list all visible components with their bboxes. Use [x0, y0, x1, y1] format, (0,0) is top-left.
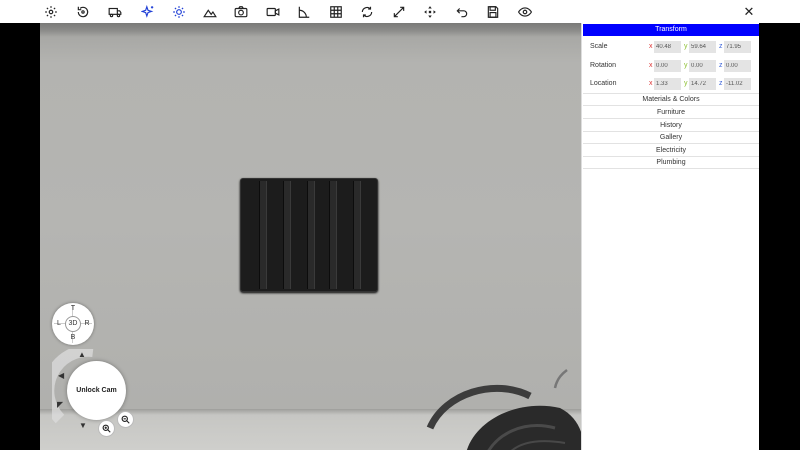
section-gallery[interactable]: Gallery — [583, 132, 759, 144]
axis-z-label: z — [719, 62, 723, 69]
orbit-down-arrow-icon[interactable]: ▼ — [79, 421, 87, 430]
location-z-input[interactable] — [724, 78, 751, 90]
zoom-out-icon[interactable] — [117, 411, 134, 428]
grid-icon[interactable] — [327, 3, 345, 21]
sparkle-icon[interactable] — [139, 3, 157, 21]
close-icon[interactable]: ✕ — [742, 5, 756, 19]
save-icon[interactable] — [484, 3, 502, 21]
section-history[interactable]: History — [583, 120, 759, 132]
location-y-input[interactable] — [689, 78, 716, 90]
settings-icon[interactable] — [42, 3, 60, 21]
location-row: Location x y z — [582, 77, 760, 91]
view-bottom-button[interactable]: B — [68, 333, 78, 343]
orbit-up-arrow-icon[interactable]: ▲ — [78, 350, 86, 359]
properties-panel: Transform Scale x y z Rotation x y z Loc… — [581, 23, 759, 450]
scale-x-input[interactable] — [654, 41, 681, 53]
rotation-row: Rotation x y z — [582, 59, 760, 73]
axis-y-label: y — [684, 62, 688, 69]
rotation-label: Rotation — [590, 62, 617, 69]
sun-icon[interactable] — [170, 3, 188, 21]
view-left-button[interactable]: L — [54, 319, 64, 329]
zoom-in-icon[interactable] — [98, 420, 115, 437]
video-icon[interactable] — [264, 3, 282, 21]
axis-y-label: y — [684, 80, 688, 87]
right-margin — [759, 23, 800, 450]
unlock-cam-button[interactable]: Unlock Cam — [67, 361, 126, 420]
axis-x-label: x — [649, 62, 653, 69]
app-window: ✕ T L R B 3D ▲ ◀ ◤ ▼ Unlock Cam Transfor… — [0, 0, 800, 450]
scale-z-input[interactable] — [724, 41, 751, 53]
move-icon[interactable] — [421, 3, 439, 21]
view-compass: T L R B 3D — [52, 303, 94, 345]
orbit-left-arrow-icon[interactable]: ◀ — [58, 371, 64, 380]
view-top-button[interactable]: T — [68, 304, 78, 314]
axis-x-label: x — [649, 80, 653, 87]
rotation-x-input[interactable] — [654, 60, 681, 72]
axis-y-label: y — [684, 43, 688, 50]
resize-icon[interactable] — [390, 3, 408, 21]
section-plumbing[interactable]: Plumbing — [583, 157, 759, 169]
camera-icon[interactable] — [232, 3, 250, 21]
axis-x-label: x — [649, 43, 653, 50]
chair-3d-object[interactable] — [425, 368, 581, 450]
rotation-z-input[interactable] — [724, 60, 751, 72]
refresh-icon[interactable] — [358, 3, 376, 21]
location-label: Location — [590, 80, 617, 87]
scale-label: Scale — [590, 43, 608, 50]
terrain-icon[interactable] — [201, 3, 219, 21]
axis-z-label: z — [719, 80, 723, 87]
section-electricity[interactable]: Electricity — [583, 145, 759, 157]
section-materials-colors[interactable]: Materials & Colors — [583, 94, 759, 106]
measure-angle-icon[interactable] — [295, 3, 313, 21]
view-3d-button[interactable]: 3D — [65, 316, 81, 332]
orbit-left-down-arrow-icon[interactable]: ◤ — [57, 400, 63, 409]
location-x-input[interactable] — [654, 78, 681, 90]
axis-z-label: z — [719, 43, 723, 50]
undo-icon[interactable] — [453, 3, 471, 21]
scale-row: Scale x y z — [582, 40, 760, 54]
view-right-button[interactable]: R — [82, 319, 92, 329]
eye-icon[interactable] — [516, 3, 534, 21]
rotate-view-icon[interactable] — [74, 3, 92, 21]
top-toolbar: ✕ — [0, 0, 800, 23]
vehicle-icon[interactable] — [106, 3, 124, 21]
rotation-y-input[interactable] — [689, 60, 716, 72]
section-furniture[interactable]: Furniture — [583, 107, 759, 119]
cabinet-3d-object[interactable] — [240, 178, 378, 292]
scale-y-input[interactable] — [689, 41, 716, 53]
transform-tab[interactable]: Transform — [583, 24, 759, 36]
